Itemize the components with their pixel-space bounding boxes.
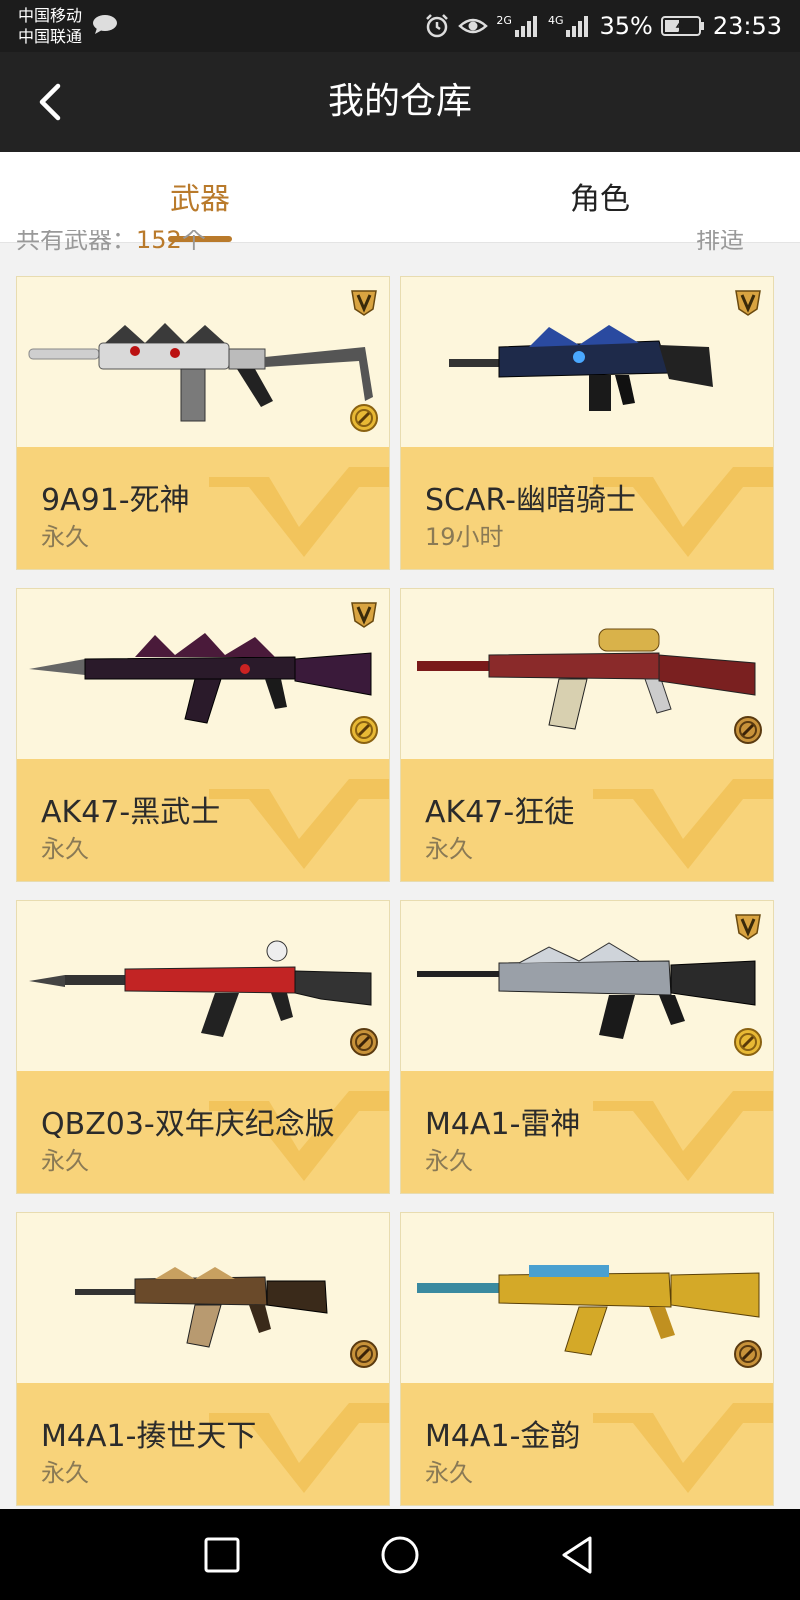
battery-icon <box>660 16 704 36</box>
signal-icon-1 <box>514 16 537 37</box>
weapon-duration: 永久 <box>41 1147 89 1175</box>
weapon-name: AK47-狂徒 <box>425 795 575 830</box>
weapon-image-area <box>401 1213 773 1383</box>
gold-coin-icon <box>734 1028 762 1056</box>
weapon-image-m4a1-thor <box>417 942 756 1039</box>
triangle-back-icon <box>562 1536 592 1574</box>
carrier-1: 中国移动 <box>18 6 83 25</box>
weapon-card[interactable]: QBZ03-双年庆纪念版 永久 <box>16 900 390 1194</box>
weapon-duration: 19小时 <box>425 523 504 551</box>
weapon-info: 9A91-死神 永久 <box>17 447 389 569</box>
weapon-name: M4A1-揍世天下 <box>41 1419 257 1454</box>
status-bar: 中国移动 中国联通 2G 4G 35% 23:53 <box>0 0 800 52</box>
cf-watermark-icon <box>209 467 389 557</box>
weapon-image-m4a1-gold-dragon <box>75 1267 328 1348</box>
weapon-duration: 永久 <box>41 1459 89 1487</box>
chat-icon <box>93 15 117 34</box>
clock-time: 23:53 <box>712 12 782 40</box>
cf-watermark-icon <box>593 1091 773 1181</box>
weapon-duration: 永久 <box>41 835 89 863</box>
weapon-card[interactable]: SCAR-幽暗骑士 19小时 <box>400 276 774 570</box>
home-button[interactable] <box>378 1533 422 1577</box>
gold-coin-icon <box>350 716 378 744</box>
weapon-card[interactable]: M4A1-雷神 永久 <box>400 900 774 1194</box>
weapon-info: M4A1-金韵 永久 <box>401 1383 773 1505</box>
cf-watermark-icon <box>209 779 389 869</box>
weapon-info: M4A1-雷神 永久 <box>401 1071 773 1193</box>
page-title: 我的仓库 <box>327 81 472 122</box>
weapon-image-9a91 <box>28 323 373 422</box>
alarm-icon <box>426 14 449 38</box>
weapon-duration: 永久 <box>425 1459 473 1487</box>
weapon-count-text: 共有武器：152个 <box>16 230 206 252</box>
weapon-card[interactable]: M4A1-金韵 永久 <box>400 1212 774 1506</box>
weapon-count-suffix: 个 <box>181 230 206 252</box>
weapon-image-qbz03 <box>29 940 372 1037</box>
vip-badge-icon <box>735 290 761 316</box>
vip-badge-icon <box>351 602 377 628</box>
weapon-image-area <box>401 277 773 447</box>
weapon-name: QBZ03-双年庆纪念版 <box>41 1107 335 1142</box>
carrier-info: 中国移动 中国联通 <box>18 5 82 47</box>
weapon-info: AK47-狂徒 永久 <box>401 759 773 881</box>
bronze-coin-icon <box>350 1028 378 1056</box>
weapon-grid: 9A91-死神 永久 SCAR-幽暗骑士 19小时 AK47-黑武士 永久 AK… <box>16 276 784 1509</box>
weapon-image-area <box>17 589 389 759</box>
tab-characters[interactable]: 角色 <box>400 152 800 242</box>
weapon-info: QBZ03-双年庆纪念版 永久 <box>17 1071 389 1193</box>
weapon-duration: 永久 <box>41 523 89 551</box>
system-back-button[interactable] <box>556 1533 600 1577</box>
weapon-count-prefix: 共有武器： <box>16 230 136 252</box>
weapon-image-ak47-black <box>29 633 372 724</box>
weapon-count: 152 <box>136 230 182 252</box>
weapon-duration: 永久 <box>425 1147 473 1175</box>
battery-percent: 35% <box>599 12 653 40</box>
weapon-card[interactable]: M4A1-揍世天下 永久 <box>16 1212 390 1506</box>
weapon-name: M4A1-金韵 <box>425 1419 581 1454</box>
cf-watermark-icon <box>593 1403 773 1493</box>
bronze-coin-icon <box>734 1340 762 1368</box>
carrier-2: 中国联通 <box>18 27 83 46</box>
weapon-name: M4A1-雷神 <box>425 1107 581 1142</box>
square-icon <box>204 1537 240 1573</box>
gold-coin-icon <box>350 404 378 432</box>
network-2g: 2G <box>496 13 512 27</box>
bronze-coin-icon <box>734 716 762 744</box>
vip-badge-icon <box>735 914 761 940</box>
cf-watermark-icon <box>593 779 773 869</box>
weapon-image-ak47-outlaw <box>417 628 756 730</box>
weapon-info: M4A1-揍世天下 永久 <box>17 1383 389 1505</box>
sort-button[interactable]: 排适 <box>696 230 744 252</box>
weapon-name: SCAR-幽暗骑士 <box>425 483 636 518</box>
app-bar: 我的仓库 <box>0 52 800 152</box>
weapon-card[interactable]: AK47-狂徒 永久 <box>400 588 774 882</box>
signal-icon-2 <box>566 16 589 37</box>
vip-badge-icon <box>351 290 377 316</box>
recent-apps-button[interactable] <box>200 1533 244 1577</box>
network-4g: 4G <box>547 13 564 27</box>
weapon-card[interactable]: AK47-黑武士 永久 <box>16 588 390 882</box>
weapon-image-area <box>17 277 389 447</box>
weapon-info: SCAR-幽暗骑士 19小时 <box>401 447 773 569</box>
weapon-name: 9A91-死神 <box>41 483 190 518</box>
weapon-image-area <box>17 1213 389 1383</box>
weapon-summary: 共有武器：152个 排适 <box>16 230 784 252</box>
tab-weapons[interactable]: 武器 <box>0 152 400 242</box>
weapon-duration: 永久 <box>425 835 473 863</box>
weapon-image-area <box>401 589 773 759</box>
system-nav-bar <box>0 1509 800 1600</box>
bronze-coin-icon <box>350 1340 378 1368</box>
weapon-info: AK47-黑武士 永久 <box>17 759 389 881</box>
status-icons: 2G 4G 35% 23:53 <box>424 10 782 42</box>
weapon-image-scar <box>449 325 713 411</box>
circle-icon <box>381 1536 419 1574</box>
weapon-name: AK47-黑武士 <box>41 795 221 830</box>
weapon-card[interactable]: 9A91-死神 永久 <box>16 276 390 570</box>
weapon-image-area <box>17 901 389 1071</box>
weapon-image-m4a1-gold <box>417 1265 760 1356</box>
eye-icon <box>458 18 489 34</box>
weapon-image-area <box>401 901 773 1071</box>
